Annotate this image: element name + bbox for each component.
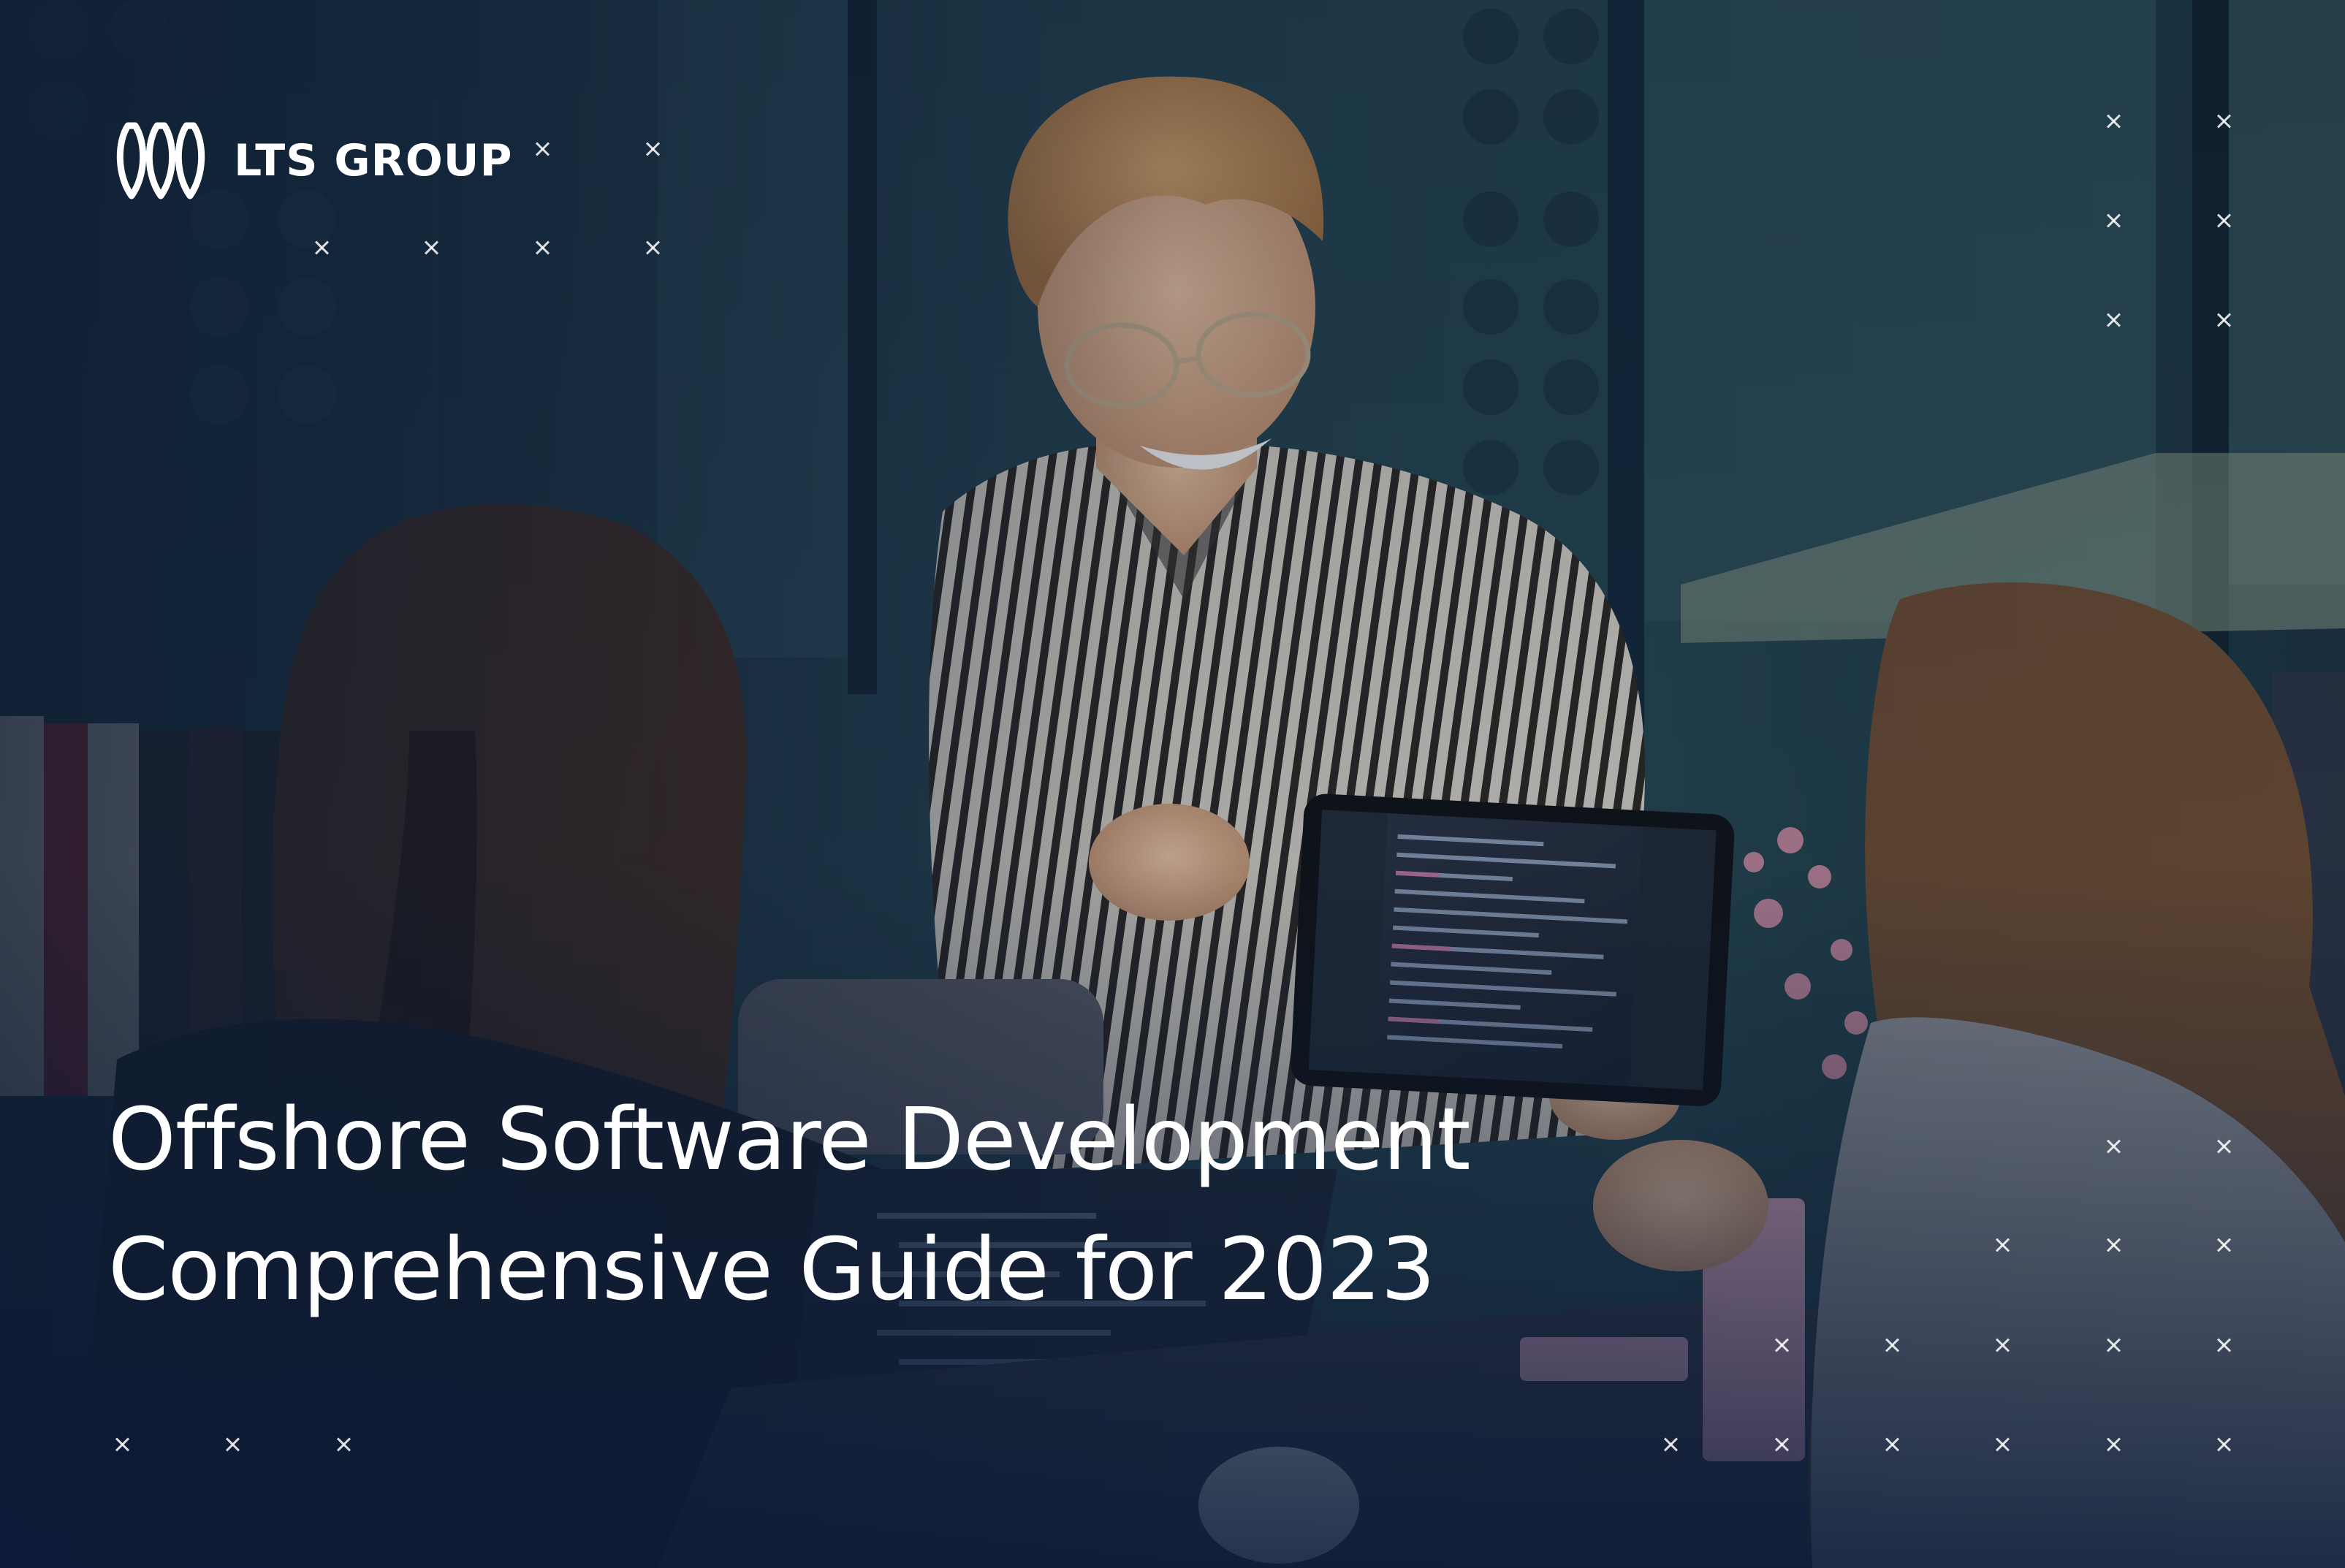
brand-name: LTS GROUP: [234, 135, 513, 186]
lts-logo-icon: [116, 122, 205, 199]
banner: LTS GROUP Offshore Software Development …: [0, 0, 2345, 1568]
headline-line-1: Offshore Software Development: [108, 1089, 1471, 1190]
headline: Offshore Software Development Comprehens…: [108, 1074, 1789, 1334]
headline-line-2: Comprehensive Guide for 2023: [108, 1219, 1435, 1320]
brand-logo: LTS GROUP: [113, 117, 512, 205]
